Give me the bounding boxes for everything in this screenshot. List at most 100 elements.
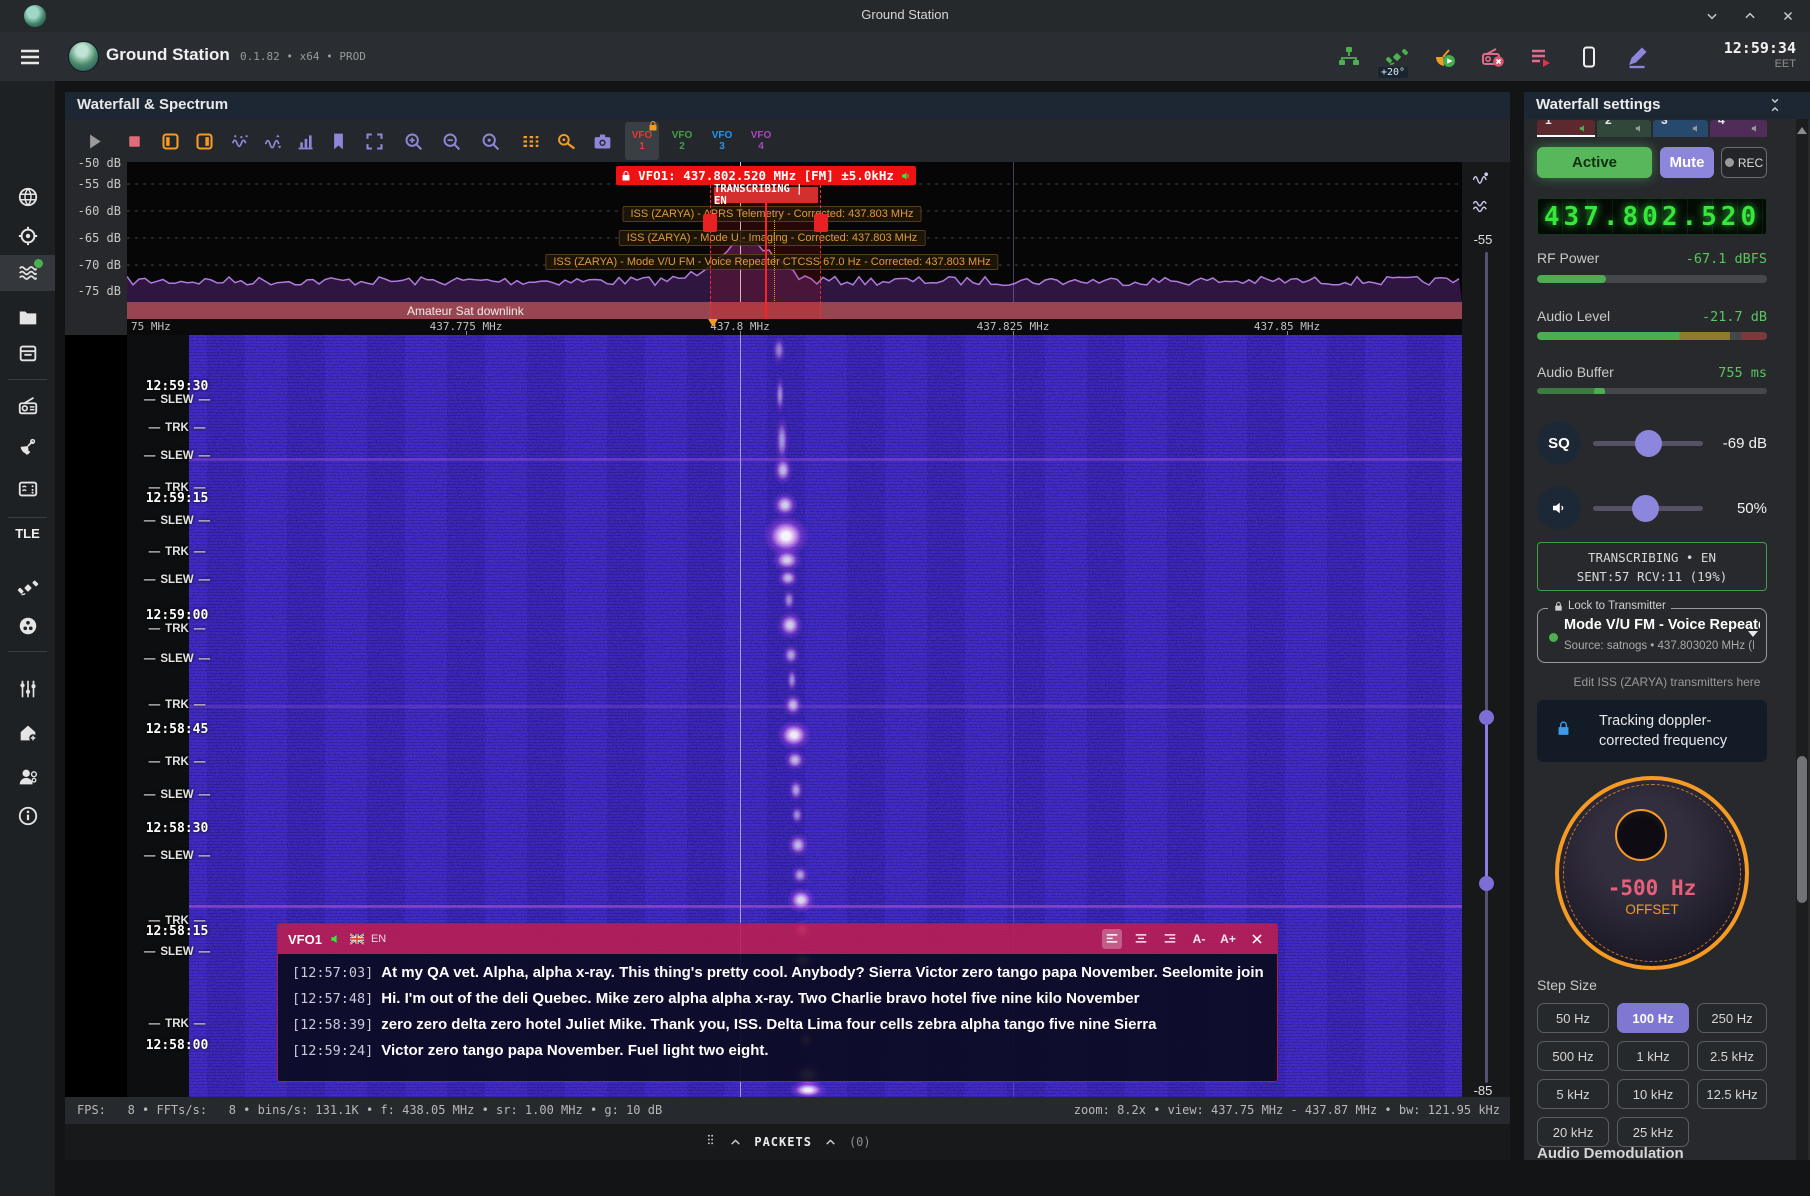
lock-to-transmitter-select[interactable]: Lock to Transmitter Mode V/U FM - Voice … (1537, 608, 1767, 663)
panel-right-button[interactable] (189, 127, 219, 155)
device-icon[interactable] (1576, 44, 1602, 70)
zoom-in-button[interactable] (398, 127, 428, 155)
stop-button[interactable] (119, 127, 149, 155)
sidebar-item-radio[interactable] (0, 388, 55, 424)
step-size-25-khz[interactable]: 25 kHz (1617, 1117, 1689, 1147)
sidebar-item-globe[interactable] (0, 179, 55, 215)
play-button[interactable] (79, 127, 109, 155)
step-size-10-khz[interactable]: 10 kHz (1617, 1079, 1689, 1109)
transmitter-label[interactable]: ISS (ZARYA) - APRS Telemetry - Corrected… (622, 206, 921, 222)
edit-transmitters-link[interactable]: Edit ISS (ZARYA) transmitters here (1524, 675, 1810, 689)
histogram-button[interactable] (290, 127, 320, 155)
step-size-500-hz[interactable]: 500 Hz (1537, 1041, 1609, 1071)
frequency-display[interactable]: 437.802.520 (1537, 198, 1767, 235)
step-size-1-khz[interactable]: 1 kHz (1617, 1041, 1689, 1071)
audio-buffer-slider[interactable] (1537, 388, 1767, 394)
edit-icon[interactable] (1624, 44, 1650, 70)
minimize-button[interactable] (1700, 4, 1724, 28)
squelch-slider[interactable] (1593, 441, 1703, 446)
offset-dial-knob[interactable] (1615, 809, 1667, 861)
range-slider-thumb-low[interactable] (1479, 876, 1494, 891)
vfo-handle-low[interactable] (703, 214, 717, 232)
transcript-close-icon[interactable] (1247, 929, 1267, 949)
menu-button[interactable] (18, 45, 42, 67)
step-size-100-hz[interactable]: 100 Hz (1617, 1003, 1689, 1033)
range-slider-track[interactable] (1485, 252, 1488, 1083)
sidebar-item-dish[interactable] (0, 428, 55, 464)
radio-disconnected-icon[interactable] (1480, 44, 1506, 70)
vfo-tab-3[interactable]: VFO3 (705, 122, 739, 160)
sidebar-item-info[interactable] (0, 798, 55, 834)
step-size-2-5-khz[interactable]: 2.5 kHz (1697, 1041, 1767, 1071)
zoom-out-button[interactable] (436, 127, 466, 155)
transcript-header[interactable]: VFO1 EN A- A+ (278, 924, 1277, 954)
volume-thumb[interactable] (1632, 495, 1659, 522)
scroll-up-icon[interactable] (1797, 127, 1807, 134)
rec-button[interactable]: REC (1721, 147, 1767, 178)
sidebar-item-satellite[interactable] (0, 570, 55, 606)
spectrum-toggle-icon[interactable] (1472, 170, 1489, 192)
align-center-button[interactable] (1131, 929, 1151, 949)
sidebar-item-crew[interactable] (0, 759, 55, 795)
panel-left-button[interactable] (155, 127, 185, 155)
expand-icon[interactable] (729, 1136, 742, 1149)
settings-vfo-tab-4[interactable]: 4 (1710, 120, 1767, 137)
sidebar-item-files[interactable] (0, 299, 55, 335)
rotator-tracking-icon[interactable] (1432, 44, 1458, 70)
playlist-icon[interactable] (1528, 44, 1554, 70)
offset-dial[interactable]: -500 Hz OFFSET (1555, 776, 1749, 970)
step-size-5-khz[interactable]: 5 kHz (1537, 1079, 1609, 1109)
settings-vfo-tab-1[interactable]: 1 (1537, 120, 1595, 137)
vfo-edge-low[interactable] (710, 185, 711, 302)
active-button[interactable]: Active (1537, 147, 1652, 178)
mute-button[interactable]: Mute (1660, 147, 1714, 178)
sidebar-item-schedule[interactable] (0, 335, 55, 371)
align-right-button[interactable] (1160, 929, 1180, 949)
sidebar-item-sliders[interactable] (0, 671, 55, 707)
collapse-panel-icon[interactable] (1768, 97, 1782, 118)
wave-points-button[interactable] (225, 127, 255, 155)
packets-bar[interactable]: PACKETS (0) (65, 1124, 1510, 1160)
settings-scrollbar[interactable] (1796, 119, 1808, 1160)
squelch-thumb[interactable] (1635, 430, 1662, 457)
close-button[interactable] (1776, 4, 1800, 28)
waterfall-toggle-icon[interactable] (1472, 198, 1489, 220)
vfo-edge-high[interactable] (820, 185, 821, 302)
step-size-250-hz[interactable]: 250 Hz (1697, 1003, 1767, 1033)
zoom-search-button[interactable] (475, 127, 505, 155)
range-slider-thumb-high[interactable] (1479, 710, 1494, 725)
spectrum-plot[interactable]: VFO1: 437.802.520 MHz [FM] ±5.0kHz TRANS… (127, 162, 1462, 302)
fullscreen-button[interactable] (359, 127, 389, 155)
transmitter-label[interactable]: ISS (ZARYA) - Mode V/U FM - Voice Repeat… (545, 254, 998, 270)
settings-scrollbar-thumb[interactable] (1797, 756, 1807, 903)
grid-button[interactable] (515, 127, 545, 155)
wave-range-button[interactable] (258, 127, 288, 155)
settings-vfo-tab-3[interactable]: 3 (1653, 120, 1708, 137)
transcript-overlay[interactable]: VFO1 EN A- A+ [12:57:03]At my QA vet. Al… (277, 923, 1278, 1082)
sidebar-item-monitor[interactable] (0, 471, 55, 507)
audio-buffer-thumb[interactable] (1594, 388, 1605, 394)
maximize-button[interactable] (1738, 4, 1762, 28)
step-size-50-hz[interactable]: 50 Hz (1537, 1003, 1609, 1033)
vfo-tab-1[interactable]: VFO1 (625, 122, 659, 160)
sidebar-item-waterfall[interactable] (0, 255, 55, 291)
font-smaller-button[interactable]: A- (1189, 929, 1209, 949)
vfo-tab-2[interactable]: VFO2 (665, 122, 699, 160)
font-larger-button[interactable]: A+ (1218, 929, 1238, 949)
settings-vfo-tab-2[interactable]: 2 (1597, 120, 1651, 137)
sidebar-item-target[interactable] (0, 218, 55, 254)
step-size-20-khz[interactable]: 20 kHz (1537, 1117, 1609, 1147)
vfo-handle-high[interactable] (814, 214, 828, 232)
sidebar-item-home-add[interactable] (0, 715, 55, 751)
align-left-button[interactable] (1102, 929, 1122, 949)
measure-button[interactable] (551, 127, 581, 155)
network-status-icon[interactable] (1336, 44, 1362, 70)
expand-icon[interactable] (824, 1136, 837, 1149)
transmitter-label[interactable]: ISS (ZARYA) - Mode U - Imaging - Correct… (619, 230, 926, 246)
satellite-elevation-icon[interactable]: +20° (1384, 44, 1410, 70)
vfo-tab-4[interactable]: VFO4 (744, 122, 778, 160)
sidebar-item-reel[interactable] (0, 608, 55, 644)
drag-handle-icon[interactable] (704, 1133, 717, 1151)
bookmark-button[interactable] (323, 127, 353, 155)
snapshot-button[interactable] (587, 127, 617, 155)
